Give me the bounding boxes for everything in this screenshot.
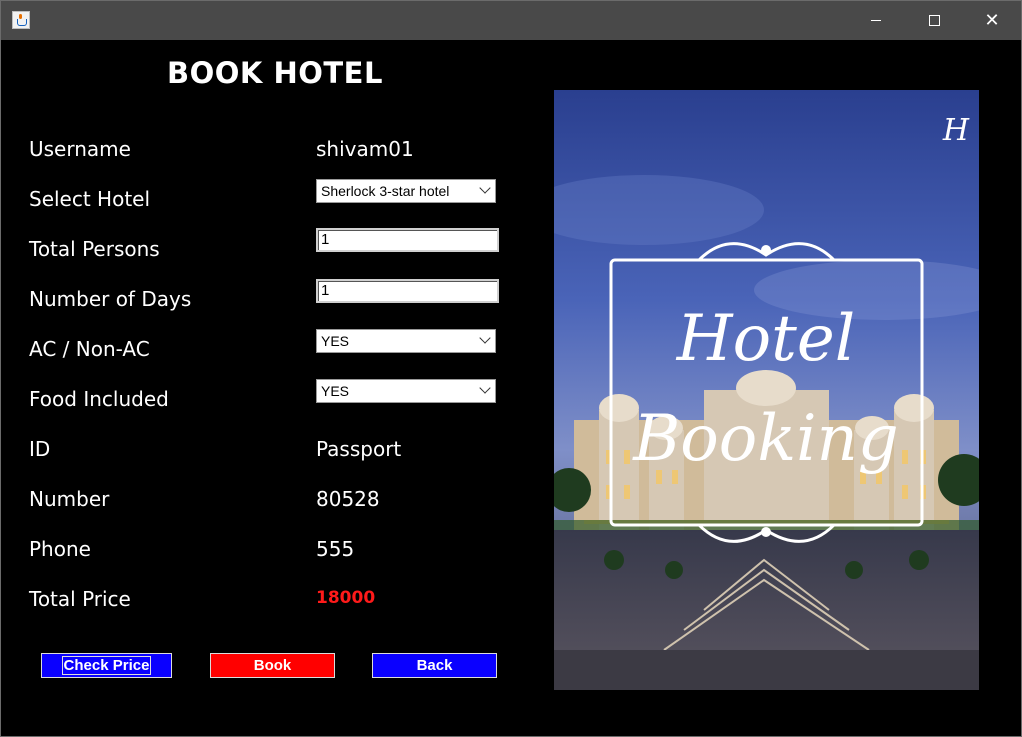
check-price-button[interactable]: Check Price (41, 653, 172, 678)
monogram-text: H (942, 113, 970, 148)
poster-line2: Booking (632, 402, 899, 476)
id-label: ID (29, 437, 51, 461)
page-title: BOOK HOTEL (167, 56, 383, 90)
phone-label: Phone (29, 537, 91, 561)
maximize-icon (928, 15, 940, 26)
ac-label: AC / Non-AC (29, 337, 150, 361)
back-button[interactable]: Back (372, 653, 497, 678)
phone-value: 555 (316, 537, 355, 561)
book-button[interactable]: Book (210, 653, 335, 678)
minimize-icon (871, 20, 881, 21)
maximize-button[interactable] (905, 1, 963, 40)
total-price-value: 18000 (316, 588, 376, 608)
title-bar[interactable]: ✕ (1, 1, 1021, 40)
total-persons-input[interactable]: 1 (316, 228, 499, 252)
total-persons-label: Total Persons (29, 237, 160, 261)
number-label: Number (29, 487, 110, 511)
java-icon (12, 11, 30, 29)
total-price-label: Total Price (29, 587, 131, 611)
food-included-label: Food Included (29, 387, 169, 411)
chevron-down-icon (479, 332, 491, 344)
select-hotel-label: Select Hotel (29, 187, 151, 211)
ac-select[interactable]: YES (316, 329, 496, 353)
number-of-days-input[interactable]: 1 (316, 279, 499, 303)
chevron-down-icon (479, 382, 491, 394)
poster-line1: Hotel (676, 302, 855, 376)
ac-select-value: YES (321, 333, 350, 349)
hotel-select[interactable]: Sherlock 3-star hotel (316, 179, 496, 203)
close-icon: ✕ (984, 9, 1000, 31)
hotel-booking-image: H Hotel Booking (554, 90, 979, 690)
number-of-days-label: Number of Days (29, 287, 192, 311)
food-select[interactable]: YES (316, 379, 496, 403)
app-window: ✕ BOOK HOTEL Username shivam01 Select Ho… (0, 0, 1022, 737)
hotel-select-value: Sherlock 3-star hotel (321, 183, 450, 199)
minimize-button[interactable] (847, 1, 905, 40)
check-price-label: Check Price (61, 656, 152, 675)
id-value: Passport (316, 437, 402, 461)
number-value: 80528 (316, 487, 380, 511)
food-select-value: YES (321, 383, 350, 399)
chevron-down-icon (479, 182, 491, 194)
close-button[interactable]: ✕ (963, 1, 1021, 40)
username-label: Username (29, 137, 131, 161)
username-value: shivam01 (316, 137, 414, 161)
